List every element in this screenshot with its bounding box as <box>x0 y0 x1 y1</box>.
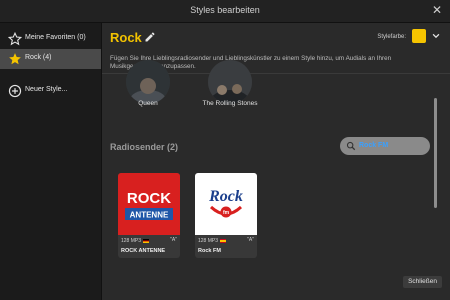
title-bar: Styles bearbeiten ✕ <box>0 0 450 23</box>
station-meta: 128 MP3 <box>198 238 227 244</box>
station-card-rock-antenne[interactable]: ROCK ANTENNE 128 MP3 "A" ROCK ANTENNE <box>118 173 180 258</box>
artist-name: Queen <box>138 100 158 107</box>
artist-image <box>208 60 252 104</box>
style-color-swatch[interactable] <box>412 29 426 43</box>
station-card-rock-fm[interactable]: Rock fm 128 MP3 "A" Rock FM <box>195 173 257 258</box>
artist-photo-icon <box>126 60 170 104</box>
autodetect-icon: "A" <box>247 237 254 243</box>
rock-fm-logo: Rock fm <box>195 173 257 235</box>
station-name: Rock FM <box>198 248 221 254</box>
station-bitrate-format: 128 MP3 <box>121 238 142 244</box>
star-outline-icon <box>8 32 22 46</box>
flag-de-icon <box>143 238 150 243</box>
section-title-stations: Radiosender (2) <box>110 142 179 152</box>
station-name: ROCK ANTENNE <box>121 248 166 254</box>
sidebar: Meine Favoriten (0) Rock (4) Neuer Style… <box>0 23 102 300</box>
search-value: Rock FM <box>359 142 389 149</box>
search-icon <box>346 141 356 151</box>
sidebar-item-label: Neuer Style... <box>25 86 68 93</box>
sidebar-item-new-style[interactable]: Neuer Style... <box>0 81 101 101</box>
rock-antenne-logo: ROCK ANTENNE <box>118 173 180 235</box>
station-meta: 128 MP3 <box>121 238 150 244</box>
logo-text-bottom: ANTENNE <box>130 211 169 220</box>
main-panel: Rock Stylefarbe: Fügen Sie Ihre Liebling… <box>102 23 450 300</box>
chevron-down-icon[interactable] <box>431 31 441 41</box>
artist-card-queen[interactable]: Queen <box>118 60 178 110</box>
scrollbar[interactable] <box>434 98 437 208</box>
artist-image <box>126 60 170 104</box>
logo-text-top: Rock <box>208 188 243 205</box>
artist-photo-icon <box>208 60 252 104</box>
sidebar-item-rock[interactable]: Rock (4) <box>0 49 101 69</box>
logo-text-bottom: fm <box>223 210 230 216</box>
autodetect-icon: "A" <box>170 237 177 243</box>
plus-circle-icon <box>8 84 22 98</box>
pencil-icon[interactable] <box>144 31 156 43</box>
station-search-input[interactable]: Rock FM <box>340 137 430 155</box>
style-title: Rock <box>110 30 142 45</box>
sidebar-item-label: Meine Favoriten (0) <box>25 34 86 41</box>
artist-name: The Rolling Stones <box>202 100 258 107</box>
sidebar-item-favorites[interactable]: Meine Favoriten (0) <box>0 29 101 49</box>
artist-card-rolling-stones[interactable]: The Rolling Stones <box>200 60 260 110</box>
close-button[interactable]: Schließen <box>403 276 442 288</box>
star-filled-icon <box>9 53 21 65</box>
flag-es-icon <box>220 238 227 243</box>
window-title: Styles bearbeiten <box>190 5 260 15</box>
station-bitrate-format: 128 MP3 <box>198 238 219 244</box>
logo-text-top: ROCK <box>127 190 171 207</box>
sidebar-item-label: Rock (4) <box>25 54 52 61</box>
style-color-label: Stylefarbe: <box>377 34 406 40</box>
window-close-button[interactable]: ✕ <box>432 3 442 17</box>
